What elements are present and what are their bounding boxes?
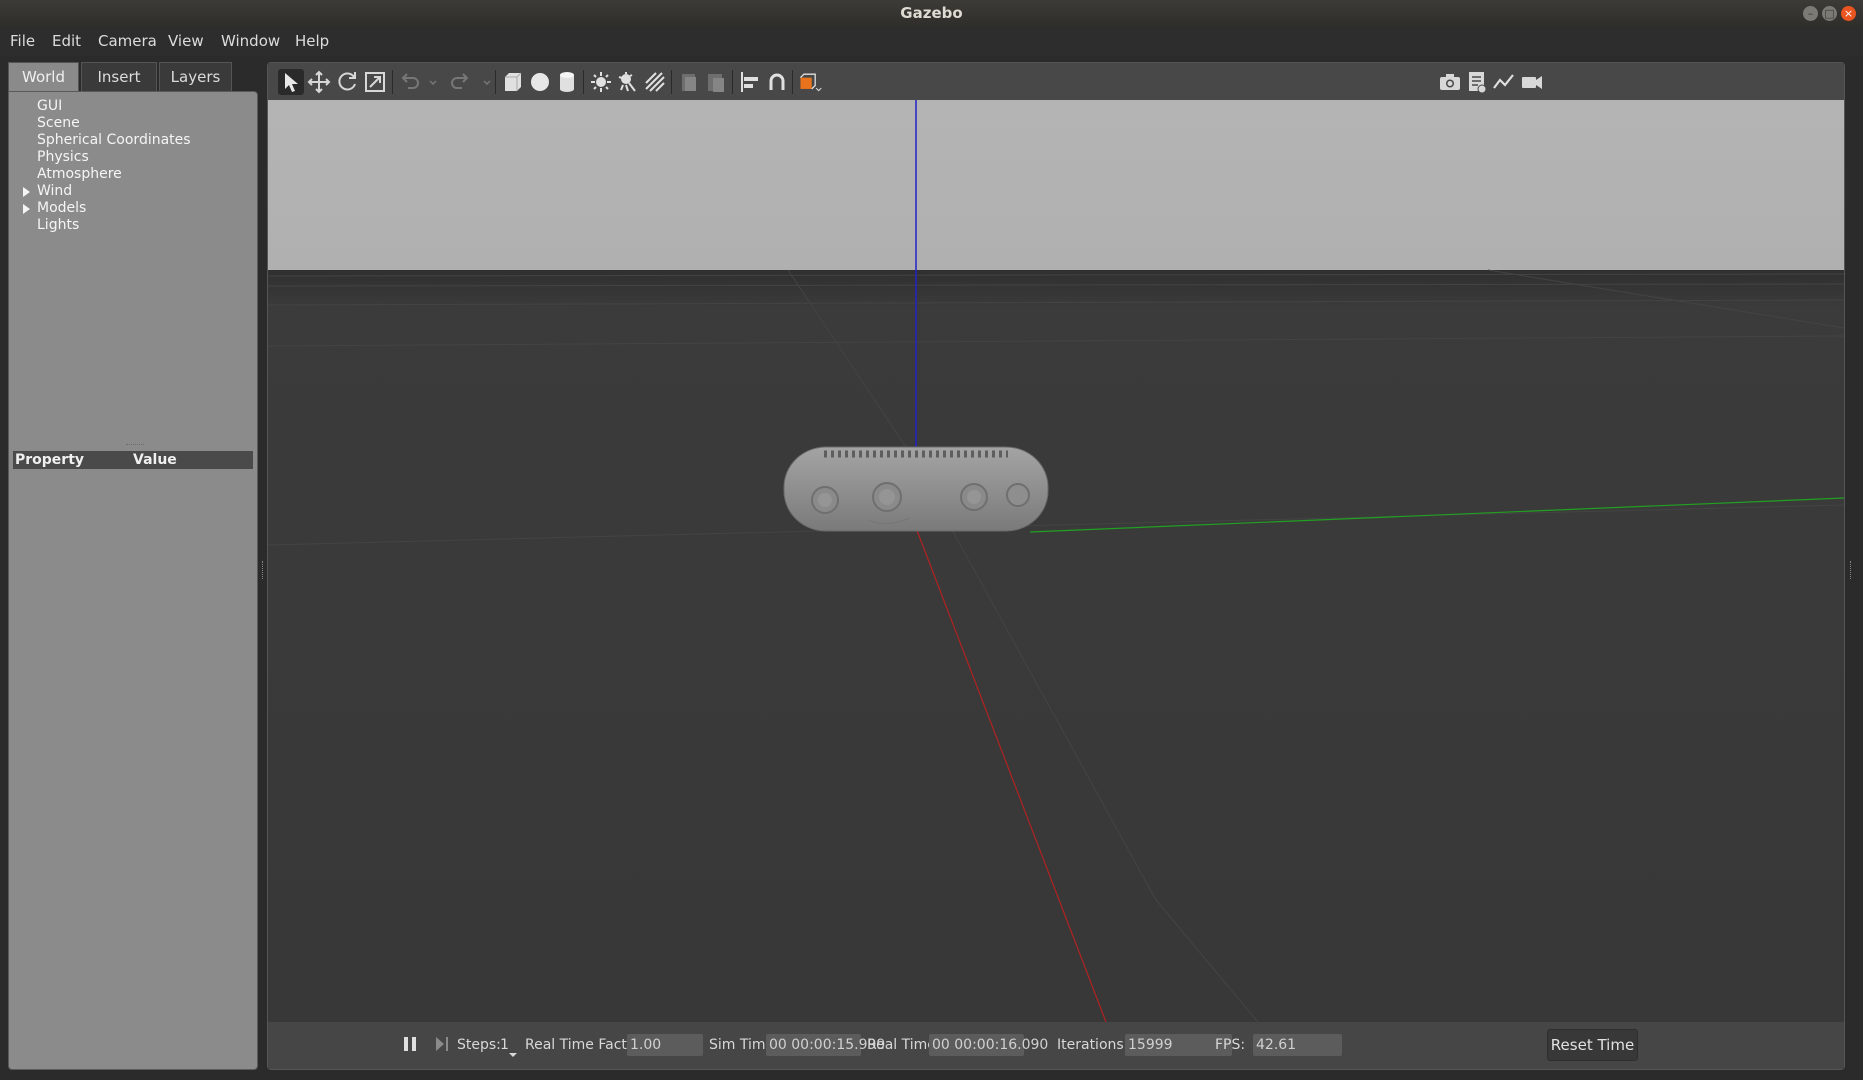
ground-plane: [268, 270, 1844, 1022]
align-icon[interactable]: [737, 69, 763, 95]
left-panel: World Insert Layers GUI Scene Spherical …: [8, 62, 258, 1070]
sim-time-field: 00 00:00:15.999: [766, 1034, 885, 1056]
fps-field: 42.61: [1253, 1034, 1342, 1056]
directional-light-icon[interactable]: [642, 69, 668, 95]
tree-item-scene[interactable]: Scene: [37, 115, 80, 131]
world-tree-panel: GUI Scene Spherical Coordinates Physics …: [8, 91, 258, 1070]
menu-window[interactable]: Window: [221, 32, 280, 50]
tree-item-gui[interactable]: GUI: [37, 98, 62, 114]
tab-insert[interactable]: Insert: [81, 62, 157, 91]
maximize-icon[interactable]: □: [1822, 6, 1837, 21]
menu-edit[interactable]: Edit: [52, 32, 81, 50]
video-record-icon[interactable]: [1519, 69, 1545, 95]
real-time-field: 00 00:00:16.090: [929, 1034, 1048, 1056]
iterations-label: Iterations:: [1057, 1037, 1129, 1053]
tree-item-wind[interactable]: Wind: [37, 183, 72, 199]
pause-icon[interactable]: [402, 1034, 418, 1054]
redo-icon[interactable]: [448, 69, 474, 95]
steps-dropdown-icon[interactable]: [508, 1044, 518, 1057]
translate-icon[interactable]: [306, 69, 332, 95]
reset-time-button[interactable]: Reset Time: [1547, 1029, 1638, 1061]
scale-icon[interactable]: [362, 69, 388, 95]
value-column-header: Value: [133, 452, 177, 468]
scene-render: [267, 100, 1845, 1023]
redo-dropdown-icon[interactable]: [474, 69, 491, 95]
3d-viewport[interactable]: [267, 100, 1845, 1023]
menu-camera[interactable]: Camera: [98, 32, 157, 50]
view-angle-icon[interactable]: [797, 69, 827, 95]
sky: [268, 100, 1844, 270]
menu-view[interactable]: View: [168, 32, 204, 50]
camera-model[interactable]: [783, 446, 1049, 532]
right-splitter-handle[interactable]: [1850, 561, 1852, 579]
minimize-icon[interactable]: –: [1803, 6, 1818, 21]
expand-arrow-icon[interactable]: [23, 187, 30, 197]
property-table-header: Property Value: [13, 451, 253, 469]
panel-splitter-handle[interactable]: [126, 444, 144, 446]
close-icon[interactable]: ×: [1841, 6, 1856, 21]
box-shape-icon[interactable]: [500, 69, 526, 95]
tree-item-physics[interactable]: Physics: [37, 149, 89, 165]
snap-magnet-icon[interactable]: [764, 69, 790, 95]
real-time-factor-field: 1.00: [627, 1034, 703, 1056]
tree-item-atmosphere[interactable]: Atmosphere: [37, 166, 122, 182]
select-arrow-icon[interactable]: [278, 69, 304, 95]
point-light-icon[interactable]: [588, 69, 614, 95]
fps-label: FPS:: [1215, 1037, 1246, 1053]
tree-item-lights[interactable]: Lights: [37, 217, 79, 233]
simulation-status-bar: Steps: 1 Real Time Factor: 1.00 Sim Time…: [268, 1022, 1844, 1069]
undo-icon[interactable]: [396, 69, 422, 95]
paste-icon[interactable]: [703, 69, 729, 95]
cylinder-shape-icon[interactable]: [554, 69, 580, 95]
undo-dropdown-icon[interactable]: [420, 69, 437, 95]
screenshot-camera-icon[interactable]: [1437, 69, 1463, 95]
steps-label: Steps:: [457, 1037, 501, 1053]
spot-light-icon[interactable]: [615, 69, 641, 95]
rotate-icon[interactable]: [334, 69, 360, 95]
menu-file[interactable]: File: [10, 32, 35, 50]
expand-arrow-icon[interactable]: [23, 204, 30, 214]
menu-bar: File Edit Camera View Window Help: [0, 26, 1863, 56]
plot-icon[interactable]: [1491, 69, 1517, 95]
scene-toolbar: [268, 63, 1844, 100]
copy-icon[interactable]: [676, 69, 702, 95]
menu-help[interactable]: Help: [295, 32, 329, 50]
step-forward-icon[interactable]: [434, 1034, 450, 1054]
tab-world[interactable]: World: [8, 62, 79, 91]
sphere-shape-icon[interactable]: [527, 69, 553, 95]
left-splitter-handle[interactable]: [262, 561, 264, 579]
window-title: Gazebo: [900, 4, 963, 22]
tree-item-spherical-coordinates[interactable]: Spherical Coordinates: [37, 132, 191, 148]
tab-layers[interactable]: Layers: [159, 62, 232, 91]
property-column-header: Property: [15, 452, 85, 468]
log-icon[interactable]: [1464, 69, 1490, 95]
title-bar: Gazebo – □ ×: [0, 0, 1863, 26]
tree-item-models[interactable]: Models: [37, 200, 86, 216]
